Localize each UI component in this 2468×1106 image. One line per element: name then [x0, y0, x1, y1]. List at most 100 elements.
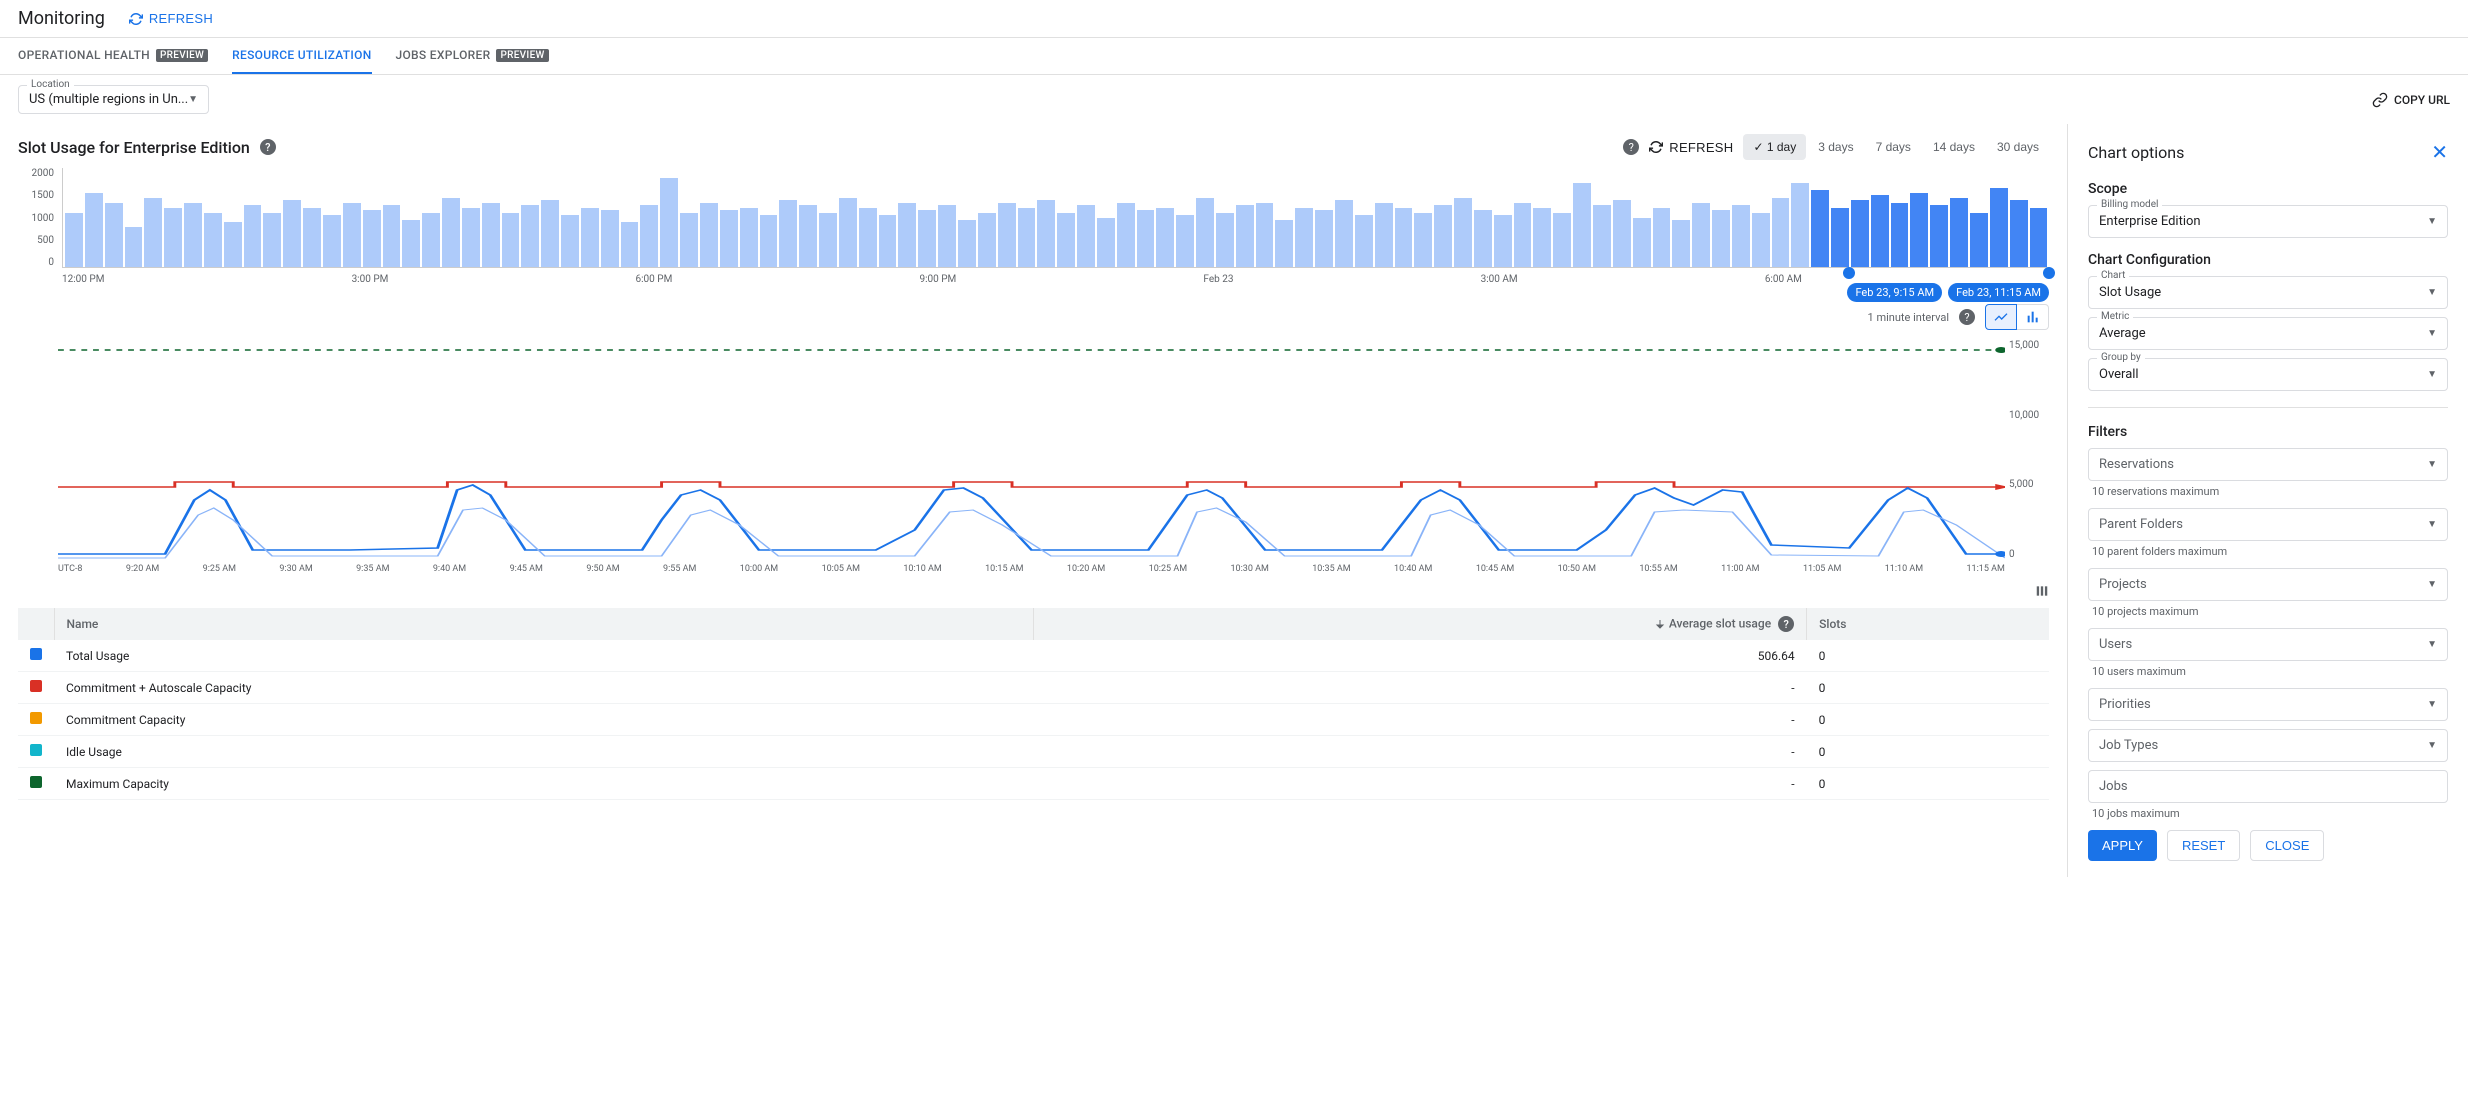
- columns-icon[interactable]: [18, 584, 2049, 602]
- row-name: Maximum Capacity: [54, 768, 1034, 800]
- overview-bar: [1335, 200, 1353, 267]
- table-row[interactable]: Commitment Capacity - 0: [18, 704, 2049, 736]
- overview-bar: [740, 208, 758, 267]
- bar-view-button[interactable]: [2017, 304, 2049, 330]
- help-icon[interactable]: ?: [1623, 139, 1639, 155]
- help-icon[interactable]: ?: [1778, 616, 1794, 632]
- metric-select[interactable]: Metric Average ▼: [2088, 317, 2448, 350]
- location-select[interactable]: Location US (multiple regions in Un...▼: [18, 85, 209, 114]
- apply-button[interactable]: APPLY: [2088, 830, 2157, 861]
- range-14days[interactable]: 14 days: [1923, 134, 1985, 160]
- overview-bar: [1236, 205, 1254, 267]
- color-swatch: [30, 648, 42, 660]
- projects-filter[interactable]: Projects ▼: [2088, 568, 2448, 601]
- table-row[interactable]: Idle Usage - 0: [18, 736, 2049, 768]
- range-3days[interactable]: 3 days: [1808, 134, 1863, 160]
- overview-bar: [1653, 208, 1671, 267]
- overview-bar: [224, 222, 242, 267]
- overview-bar: [1057, 213, 1075, 267]
- tab-resource-utilization[interactable]: RESOURCE UTILIZATION: [232, 38, 371, 74]
- tab-jobs-explorer[interactable]: JOBS EXPLORER PREVIEW: [396, 38, 549, 74]
- overview-bar: [1811, 190, 1829, 267]
- reservations-filter[interactable]: Reservations ▼: [2088, 448, 2448, 481]
- job-types-filter[interactable]: Job Types ▼: [2088, 729, 2448, 762]
- tab-operational-health[interactable]: OPERATIONAL HEALTH PREVIEW: [18, 38, 208, 74]
- chevron-down-icon: ▼: [2427, 639, 2437, 650]
- table-row[interactable]: Commitment + Autoscale Capacity - 0: [18, 672, 2049, 704]
- brush-handle-right[interactable]: [2043, 267, 2055, 279]
- row-avg: -: [1034, 736, 1807, 768]
- overview-bar: [204, 213, 222, 267]
- reset-button[interactable]: RESET: [2167, 830, 2240, 861]
- refresh-icon: [129, 12, 143, 26]
- config-heading: Chart Configuration: [2088, 252, 2448, 268]
- overview-bar: [660, 178, 678, 267]
- row-avg: -: [1034, 704, 1807, 736]
- overview-bar: [1176, 215, 1194, 267]
- row-slots: 0: [1807, 704, 2049, 736]
- overview-bar: [1395, 208, 1413, 267]
- jobs-filter[interactable]: Jobs: [2088, 770, 2448, 803]
- overview-bar: [1871, 195, 1889, 267]
- brush-handle-left[interactable]: [1843, 267, 1855, 279]
- overview-bar: [1295, 208, 1313, 267]
- interval-label: 1 minute interval: [1868, 311, 1949, 324]
- overview-bar: [1752, 213, 1770, 267]
- chevron-down-icon: ▼: [188, 94, 198, 105]
- parent-folders-filter[interactable]: Parent Folders ▼: [2088, 508, 2448, 541]
- overview-bar: [125, 227, 143, 267]
- detail-y-axis: 15,000 10,000 5,000 0: [2009, 340, 2049, 560]
- color-swatch: [30, 680, 42, 692]
- groupby-select[interactable]: Group by Overall ▼: [2088, 358, 2448, 391]
- chevron-down-icon: ▼: [2427, 328, 2437, 339]
- chart-select[interactable]: Chart Slot Usage ▼: [2088, 276, 2448, 309]
- range-1day[interactable]: ✓ 1 day: [1743, 134, 1806, 160]
- y-axis: 2000 1500 1000 500 0: [18, 168, 58, 268]
- close-button-bottom[interactable]: CLOSE: [2250, 830, 2324, 861]
- users-filter[interactable]: Users ▼: [2088, 628, 2448, 661]
- col-slots[interactable]: Slots: [1807, 608, 2049, 640]
- overview-bar: [1018, 208, 1036, 267]
- table-row[interactable]: Maximum Capacity - 0: [18, 768, 2049, 800]
- copy-url-button[interactable]: COPY URL: [2372, 92, 2450, 108]
- overview-bar: [680, 213, 698, 267]
- scope-heading: Scope: [2088, 181, 2448, 197]
- overview-bar: [1275, 220, 1293, 267]
- chevron-down-icon: ▼: [2427, 369, 2437, 380]
- overview-bar: [521, 205, 539, 267]
- refresh-button[interactable]: REFRESH: [129, 11, 213, 26]
- col-avg[interactable]: Average slot usage ?: [1034, 608, 1807, 640]
- line-view-button[interactable]: [1985, 304, 2017, 330]
- help-icon[interactable]: ?: [1959, 309, 1975, 325]
- sort-down-icon: [1654, 618, 1666, 630]
- overview-bar: [1970, 213, 1988, 267]
- row-avg: 506.64: [1034, 640, 1807, 672]
- billing-model-select[interactable]: Billing model Enterprise Edition ▼: [2088, 205, 2448, 238]
- overview-bar: [998, 203, 1016, 267]
- range-30days[interactable]: 30 days: [1987, 134, 2049, 160]
- section-refresh-button[interactable]: REFRESH: [1649, 140, 1733, 155]
- bar-chart-icon: [2025, 309, 2041, 325]
- help-icon[interactable]: ?: [260, 139, 276, 155]
- overview-bar: [2030, 208, 2048, 267]
- detail-chart[interactable]: 15,000 10,000 5,000 0: [18, 340, 2049, 580]
- overview-bar: [244, 205, 262, 267]
- color-swatch: [30, 776, 42, 788]
- overview-bar: [819, 213, 837, 267]
- overview-bar: [1791, 183, 1809, 267]
- overview-bar: [859, 208, 877, 267]
- chevron-down-icon: ▼: [2427, 519, 2437, 530]
- priorities-filter[interactable]: Priorities ▼: [2088, 688, 2448, 721]
- overview-bar: [1573, 183, 1591, 267]
- table-row[interactable]: Total Usage 506.64 0: [18, 640, 2049, 672]
- range-7days[interactable]: 7 days: [1866, 134, 1921, 160]
- preview-badge: PREVIEW: [156, 49, 208, 62]
- overview-bar: [383, 205, 401, 267]
- brush-selector[interactable]: [1849, 266, 2049, 280]
- col-name[interactable]: Name: [54, 608, 1034, 640]
- toolbar: Location US (multiple regions in Un...▼ …: [0, 75, 2468, 124]
- close-button[interactable]: ✕: [2431, 140, 2448, 165]
- row-name: Commitment Capacity: [54, 704, 1034, 736]
- overview-chart[interactable]: 2000 1500 1000 500 0 12:00 PM 3:00 PM 6:…: [18, 168, 2049, 298]
- overview-bar: [402, 220, 420, 267]
